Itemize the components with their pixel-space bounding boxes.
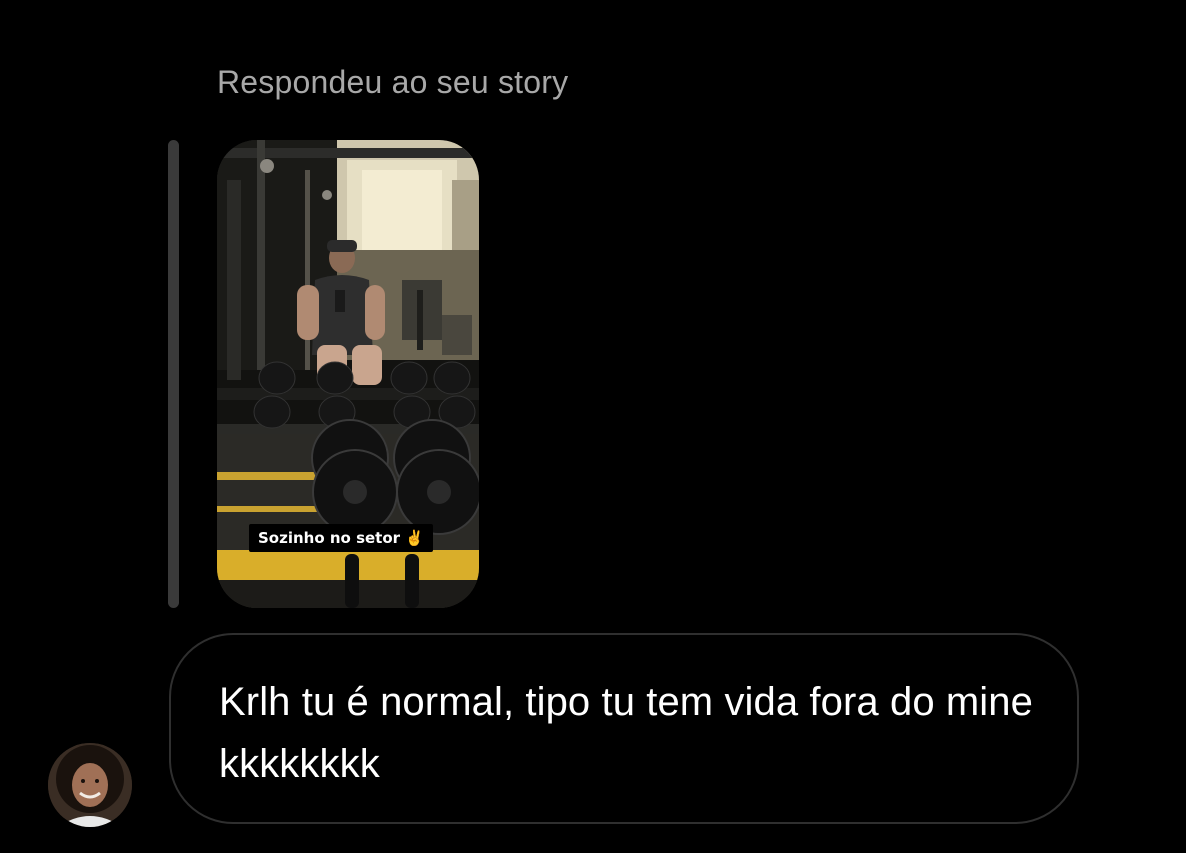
message-bubble[interactable]: Krlh tu é normal, tipo tu tem vida fora …	[169, 633, 1079, 824]
story-thumbnail[interactable]: Sozinho no setor ✌️	[217, 140, 479, 608]
story-reply-header: Respondeu ao seu story	[217, 64, 569, 100]
chat-screen: Respondeu ao seu story Sozinho no setor …	[0, 0, 1186, 853]
message-text: Krlh tu é normal, tipo tu tem vida fora …	[219, 680, 1033, 786]
user-avatar-photo-icon	[48, 743, 132, 827]
reply-indicator-bar	[168, 140, 179, 608]
story-caption-sticker: Sozinho no setor ✌️	[249, 524, 433, 552]
sender-avatar[interactable]	[48, 743, 132, 827]
